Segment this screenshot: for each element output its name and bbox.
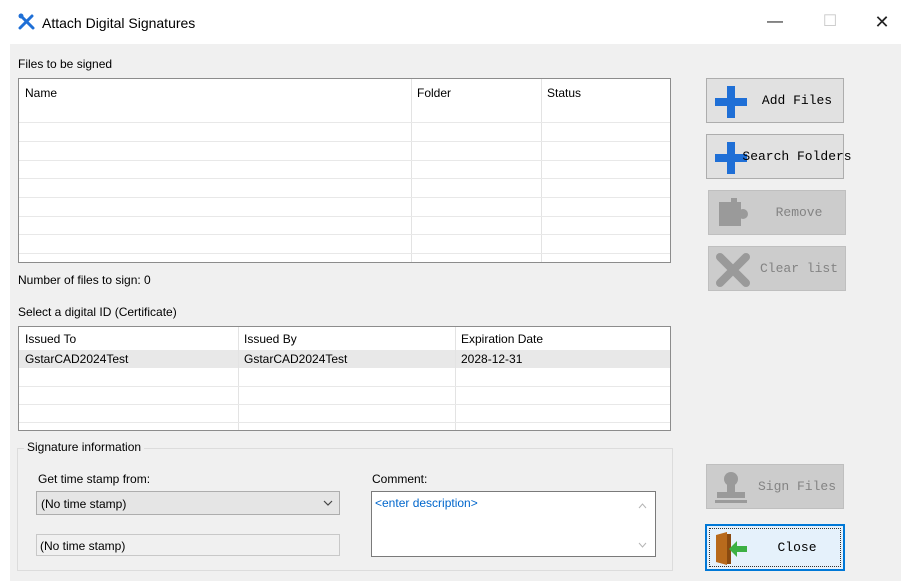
row-divider [19, 404, 670, 405]
title-bar[interactable]: Attach Digital Signatures — ☐ ✕ [0, 0, 901, 44]
sign-files-button[interactable]: Sign Files [706, 464, 844, 509]
comment-label: Comment: [372, 472, 428, 486]
files-list[interactable]: Name Folder Status [18, 78, 671, 263]
timestamp-label: Get time stamp from: [38, 472, 151, 486]
row-divider [19, 253, 670, 254]
certificate-list[interactable]: Issued To Issued By Expiration Date Gsta… [18, 326, 671, 431]
row-divider [19, 386, 670, 387]
cert-section-label: Select a digital ID (Certificate) [18, 305, 177, 319]
table-row[interactable]: GstarCAD2024Test GstarCAD2024Test 2028-1… [19, 350, 670, 368]
plus-icon [715, 86, 747, 118]
files-count-label: Number of files to sign: 0 [18, 273, 151, 287]
row-divider [19, 141, 670, 142]
certificate-list-header: Issued To Issued By Expiration Date [19, 327, 670, 349]
signature-info-title: Signature information [24, 440, 145, 454]
close-label: Close [777, 540, 817, 555]
row-divider [19, 234, 670, 235]
row-divider [19, 197, 670, 198]
x-icon [716, 253, 750, 287]
column-header-expiration[interactable]: Expiration Date [455, 327, 670, 349]
cert-expiration: 2028-12-31 [461, 352, 523, 366]
files-section-label: Files to be signed [18, 57, 113, 71]
window-close-button[interactable]: ✕ [867, 10, 897, 34]
column-divider [238, 327, 239, 430]
tools-icon [18, 13, 35, 30]
timestamp-select[interactable]: (No time stamp) [36, 491, 340, 515]
scroll-up-icon[interactable] [638, 503, 647, 509]
stamp-icon [715, 472, 747, 503]
clear-list-label: Clear list [759, 261, 838, 276]
chevron-down-icon [323, 500, 333, 506]
column-header-issued-to[interactable]: Issued To [19, 327, 238, 349]
clear-list-button[interactable]: Clear list [708, 246, 846, 291]
add-files-button[interactable]: Add Files [706, 78, 844, 123]
remove-button[interactable]: Remove [708, 190, 846, 235]
row-divider [19, 122, 670, 123]
scroll-down-icon[interactable] [638, 542, 647, 548]
row-divider [19, 178, 670, 179]
search-folders-button[interactable]: Search Folders [706, 134, 852, 179]
minimize-button[interactable]: — [760, 10, 790, 34]
timestamp-display-text: (No time stamp) [40, 539, 126, 553]
files-list-header: Name Folder Status [19, 79, 670, 107]
close-button[interactable]: Close [705, 524, 845, 571]
timestamp-display: (No time stamp) [36, 534, 340, 556]
puzzle-icon [719, 198, 748, 226]
comment-textarea[interactable]: <enter description> [371, 491, 656, 557]
comment-placeholder: <enter description> [375, 496, 478, 510]
cert-issued-to: GstarCAD2024Test [25, 352, 129, 366]
column-header-issued-by[interactable]: Issued By [238, 327, 455, 349]
column-header-status[interactable]: Status [541, 79, 670, 107]
column-header-folder[interactable]: Folder [411, 79, 541, 107]
remove-label: Remove [775, 205, 823, 220]
column-header-name[interactable]: Name [19, 79, 411, 107]
row-divider [19, 160, 670, 161]
sign-files-label: Sign Files [757, 479, 836, 494]
timestamp-select-value: (No time stamp) [41, 497, 127, 511]
window-title: Attach Digital Signatures [42, 15, 196, 31]
search-folders-label: Search Folders [742, 149, 852, 164]
column-divider [455, 327, 456, 430]
cert-issued-by: GstarCAD2024Test [244, 352, 348, 366]
row-divider [19, 422, 670, 423]
add-files-label: Add Files [761, 93, 833, 108]
row-divider [19, 216, 670, 217]
maximize-button[interactable]: ☐ [815, 10, 845, 34]
exit-door-icon [716, 532, 747, 565]
